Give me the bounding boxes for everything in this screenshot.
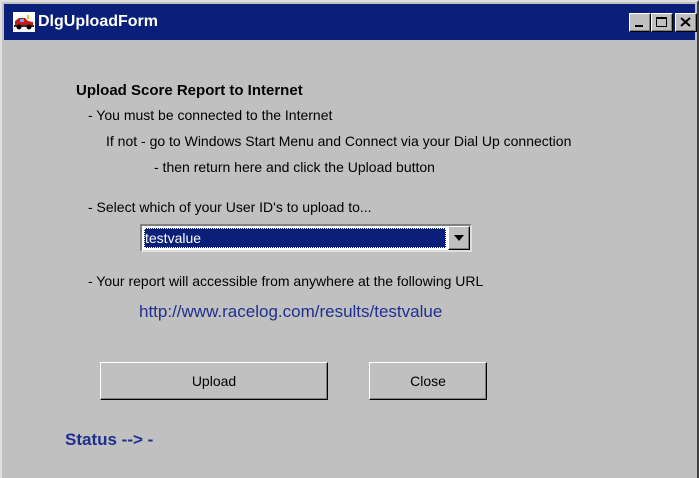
chevron-down-icon bbox=[454, 235, 464, 241]
dropdown-arrow-button[interactable] bbox=[448, 226, 470, 250]
report-url: http://www.racelog.com/results/testvalue bbox=[139, 302, 443, 321]
url-prompt-text: - Your report will accessible from anywh… bbox=[88, 273, 484, 289]
maximize-icon bbox=[656, 17, 667, 27]
maximize-button[interactable] bbox=[651, 13, 673, 32]
upload-button[interactable]: Upload bbox=[100, 362, 328, 400]
return-instruction-text: - then return here and click the Upload … bbox=[154, 159, 435, 175]
title-bar[interactable]: DlgUploadForm bbox=[4, 4, 697, 40]
minimize-icon bbox=[635, 25, 643, 27]
window-title: DlgUploadForm bbox=[38, 13, 158, 30]
close-window-button[interactable] bbox=[675, 13, 697, 32]
user-id-dropdown[interactable]: testvalue bbox=[140, 224, 472, 252]
close-icon bbox=[680, 17, 691, 27]
minimize-button[interactable] bbox=[629, 13, 651, 32]
select-user-id-prompt: - Select which of your User ID's to uplo… bbox=[88, 199, 372, 215]
dialup-instruction-text: If not - go to Windows Start Menu and Co… bbox=[106, 133, 572, 149]
upload-dialog-window: DlgUploadForm Upload Score Report to Int… bbox=[0, 0, 699, 478]
user-id-selected-text: testvalue bbox=[145, 230, 202, 246]
close-button[interactable]: Close bbox=[369, 362, 487, 400]
user-id-selected-value: testvalue bbox=[144, 228, 446, 248]
connection-requirement-text: - You must be connected to the Internet bbox=[88, 107, 333, 123]
form-heading: Upload Score Report to Internet bbox=[76, 82, 303, 99]
status-text: Status --> - bbox=[65, 430, 154, 449]
racecar-app-icon bbox=[13, 12, 35, 32]
